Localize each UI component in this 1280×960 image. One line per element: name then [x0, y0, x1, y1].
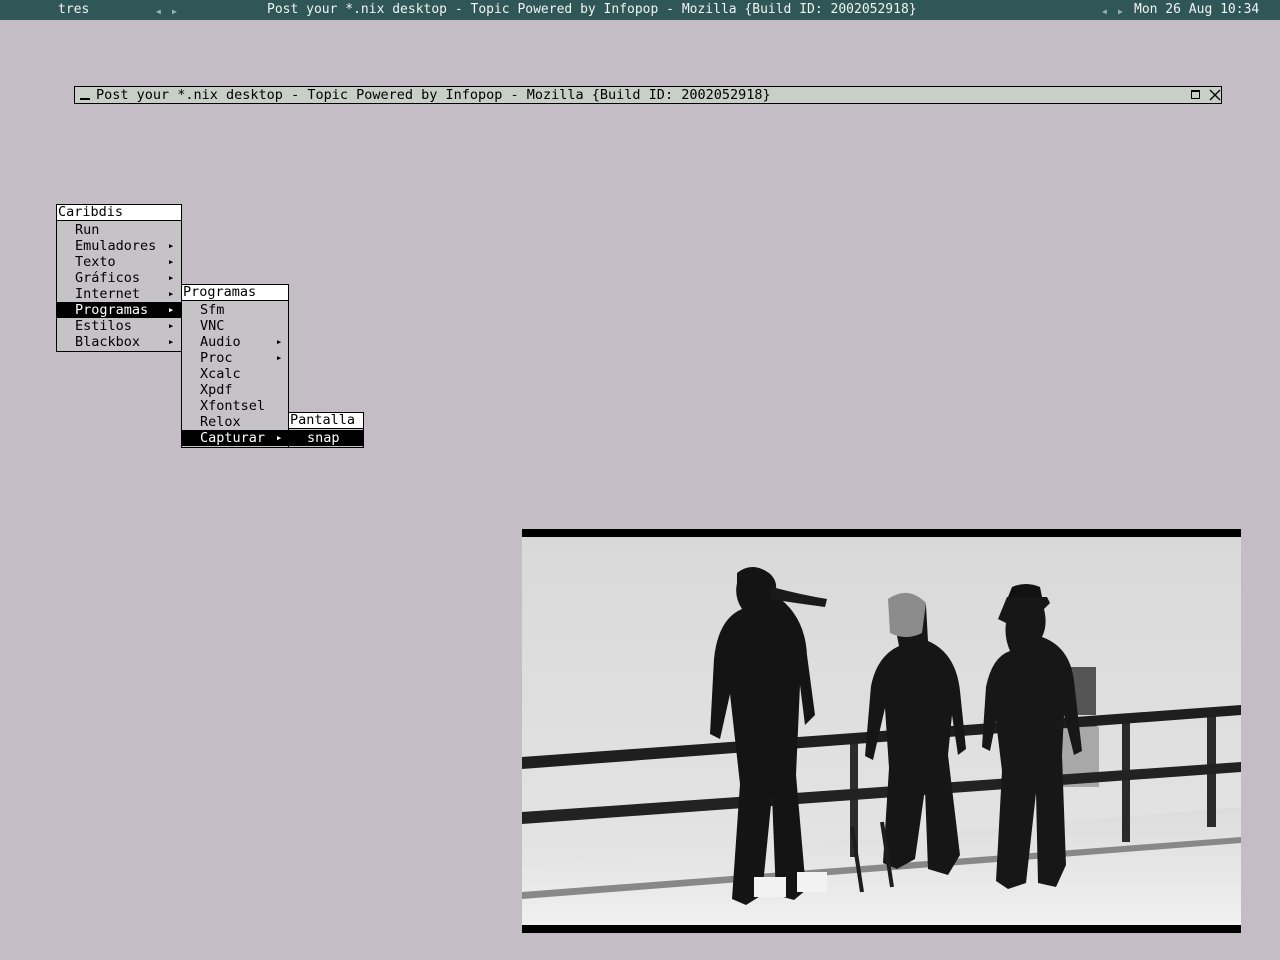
submenu-arrow-icon: ▶	[169, 258, 174, 266]
submenu-arrow-icon: ▶	[169, 290, 174, 298]
menu-item-vnc[interactable]: VNC	[182, 318, 288, 334]
menu-item-proc[interactable]: Proc ▶	[182, 350, 288, 366]
pantalla-menu-title: Pantalla	[289, 413, 363, 429]
root-menu-title: Caribdis	[57, 205, 181, 221]
menu-item-blackbox[interactable]: Blackbox ▶	[57, 334, 181, 350]
menu-item-xfontsel[interactable]: Xfontsel	[182, 398, 288, 414]
menu-item-xcalc[interactable]: Xcalc	[182, 366, 288, 382]
menu-item-texto[interactable]: Texto ▶	[57, 254, 181, 270]
submenu-arrow-icon: ▶	[169, 306, 174, 314]
menu-item-label: Run	[75, 222, 100, 238]
menu-item-label: Audio	[200, 334, 241, 350]
menu-item-label: VNC	[200, 318, 225, 334]
menu-item-label: Internet	[75, 286, 141, 302]
root-menu: Caribdis Run Emuladores ▶ Texto ▶ Gráficos…	[56, 204, 182, 352]
menu-item-label: Capturar	[200, 430, 266, 446]
menu-item-xpdf[interactable]: Xpdf	[182, 382, 288, 398]
menu-item-sfm[interactable]: Sfm	[182, 302, 288, 318]
submenu-arrow-icon: ▶	[277, 354, 282, 362]
menu-item-capturar[interactable]: Capturar ▶	[182, 430, 288, 446]
menu-item-label: Relox	[200, 414, 241, 430]
maximize-icon[interactable]	[1191, 90, 1200, 99]
menu-item-internet[interactable]: Internet ▶	[57, 286, 181, 302]
minimize-icon[interactable]	[80, 98, 90, 100]
menu-item-label: snap	[307, 430, 340, 446]
submenu-arrow-icon: ▶	[277, 434, 282, 442]
menu-item-snap[interactable]: snap	[289, 430, 363, 446]
prev-window-arrow-icon[interactable]: ◀	[1102, 4, 1107, 20]
prev-workspace-arrow-icon[interactable]: ◀	[156, 4, 161, 20]
submenu-arrow-icon: ▶	[169, 322, 174, 330]
menu-item-label: Texto	[75, 254, 116, 270]
workspace-name[interactable]: tres	[58, 2, 89, 18]
desktop-photo	[522, 529, 1241, 933]
toolbar: tres ◀ ▶ Post your *.nix desktop - Topic…	[0, 0, 1280, 20]
menu-item-label: Gráficos	[75, 270, 141, 286]
next-workspace-arrow-icon[interactable]: ▶	[172, 4, 177, 20]
menu-item-programas[interactable]: Programas ▶	[57, 302, 181, 318]
submenu-arrow-icon: ▶	[169, 274, 174, 282]
menu-item-label: Xpdf	[200, 382, 233, 398]
menu-item-label: Proc	[200, 350, 233, 366]
menu-item-label: Sfm	[200, 302, 225, 318]
programas-menu-title: Programas	[182, 285, 288, 301]
menu-item-label: Programas	[75, 302, 149, 318]
submenu-arrow-icon: ▶	[277, 338, 282, 346]
menu-item-emuladores[interactable]: Emuladores ▶	[57, 238, 181, 254]
menu-item-graficos[interactable]: Gráficos ▶	[57, 270, 181, 286]
menu-item-run[interactable]: Run	[57, 222, 181, 238]
next-window-arrow-icon[interactable]: ▶	[1118, 4, 1123, 20]
pantalla-submenu: Pantalla snap	[288, 412, 364, 448]
menu-item-label: Xfontsel	[200, 398, 266, 414]
menu-item-label: Blackbox	[75, 334, 141, 350]
photo-three-people-at-fence	[522, 537, 1241, 925]
submenu-arrow-icon: ▶	[169, 338, 174, 346]
window-title: Post your *.nix desktop - Topic Powered …	[96, 87, 771, 103]
menu-item-label: Emuladores	[75, 238, 157, 254]
clock: Mon 26 Aug 10:34	[1134, 2, 1260, 17]
menu-item-relox[interactable]: Relox	[182, 414, 288, 430]
menu-item-label: Xcalc	[200, 366, 241, 382]
toolbar-window-title[interactable]: Post your *.nix desktop - Topic Powered …	[267, 2, 917, 18]
menu-item-estilos[interactable]: Estilos ▶	[57, 318, 181, 334]
close-icon[interactable]	[1208, 88, 1222, 102]
menu-item-label: Estilos	[75, 318, 132, 334]
submenu-arrow-icon: ▶	[169, 242, 174, 250]
programas-submenu: Programas Sfm VNC Audio ▶ Proc ▶ Xcalc Xpd…	[181, 284, 289, 448]
mozilla-window-titlebar[interactable]: Post your *.nix desktop - Topic Powered …	[74, 86, 1222, 104]
menu-item-audio[interactable]: Audio ▶	[182, 334, 288, 350]
